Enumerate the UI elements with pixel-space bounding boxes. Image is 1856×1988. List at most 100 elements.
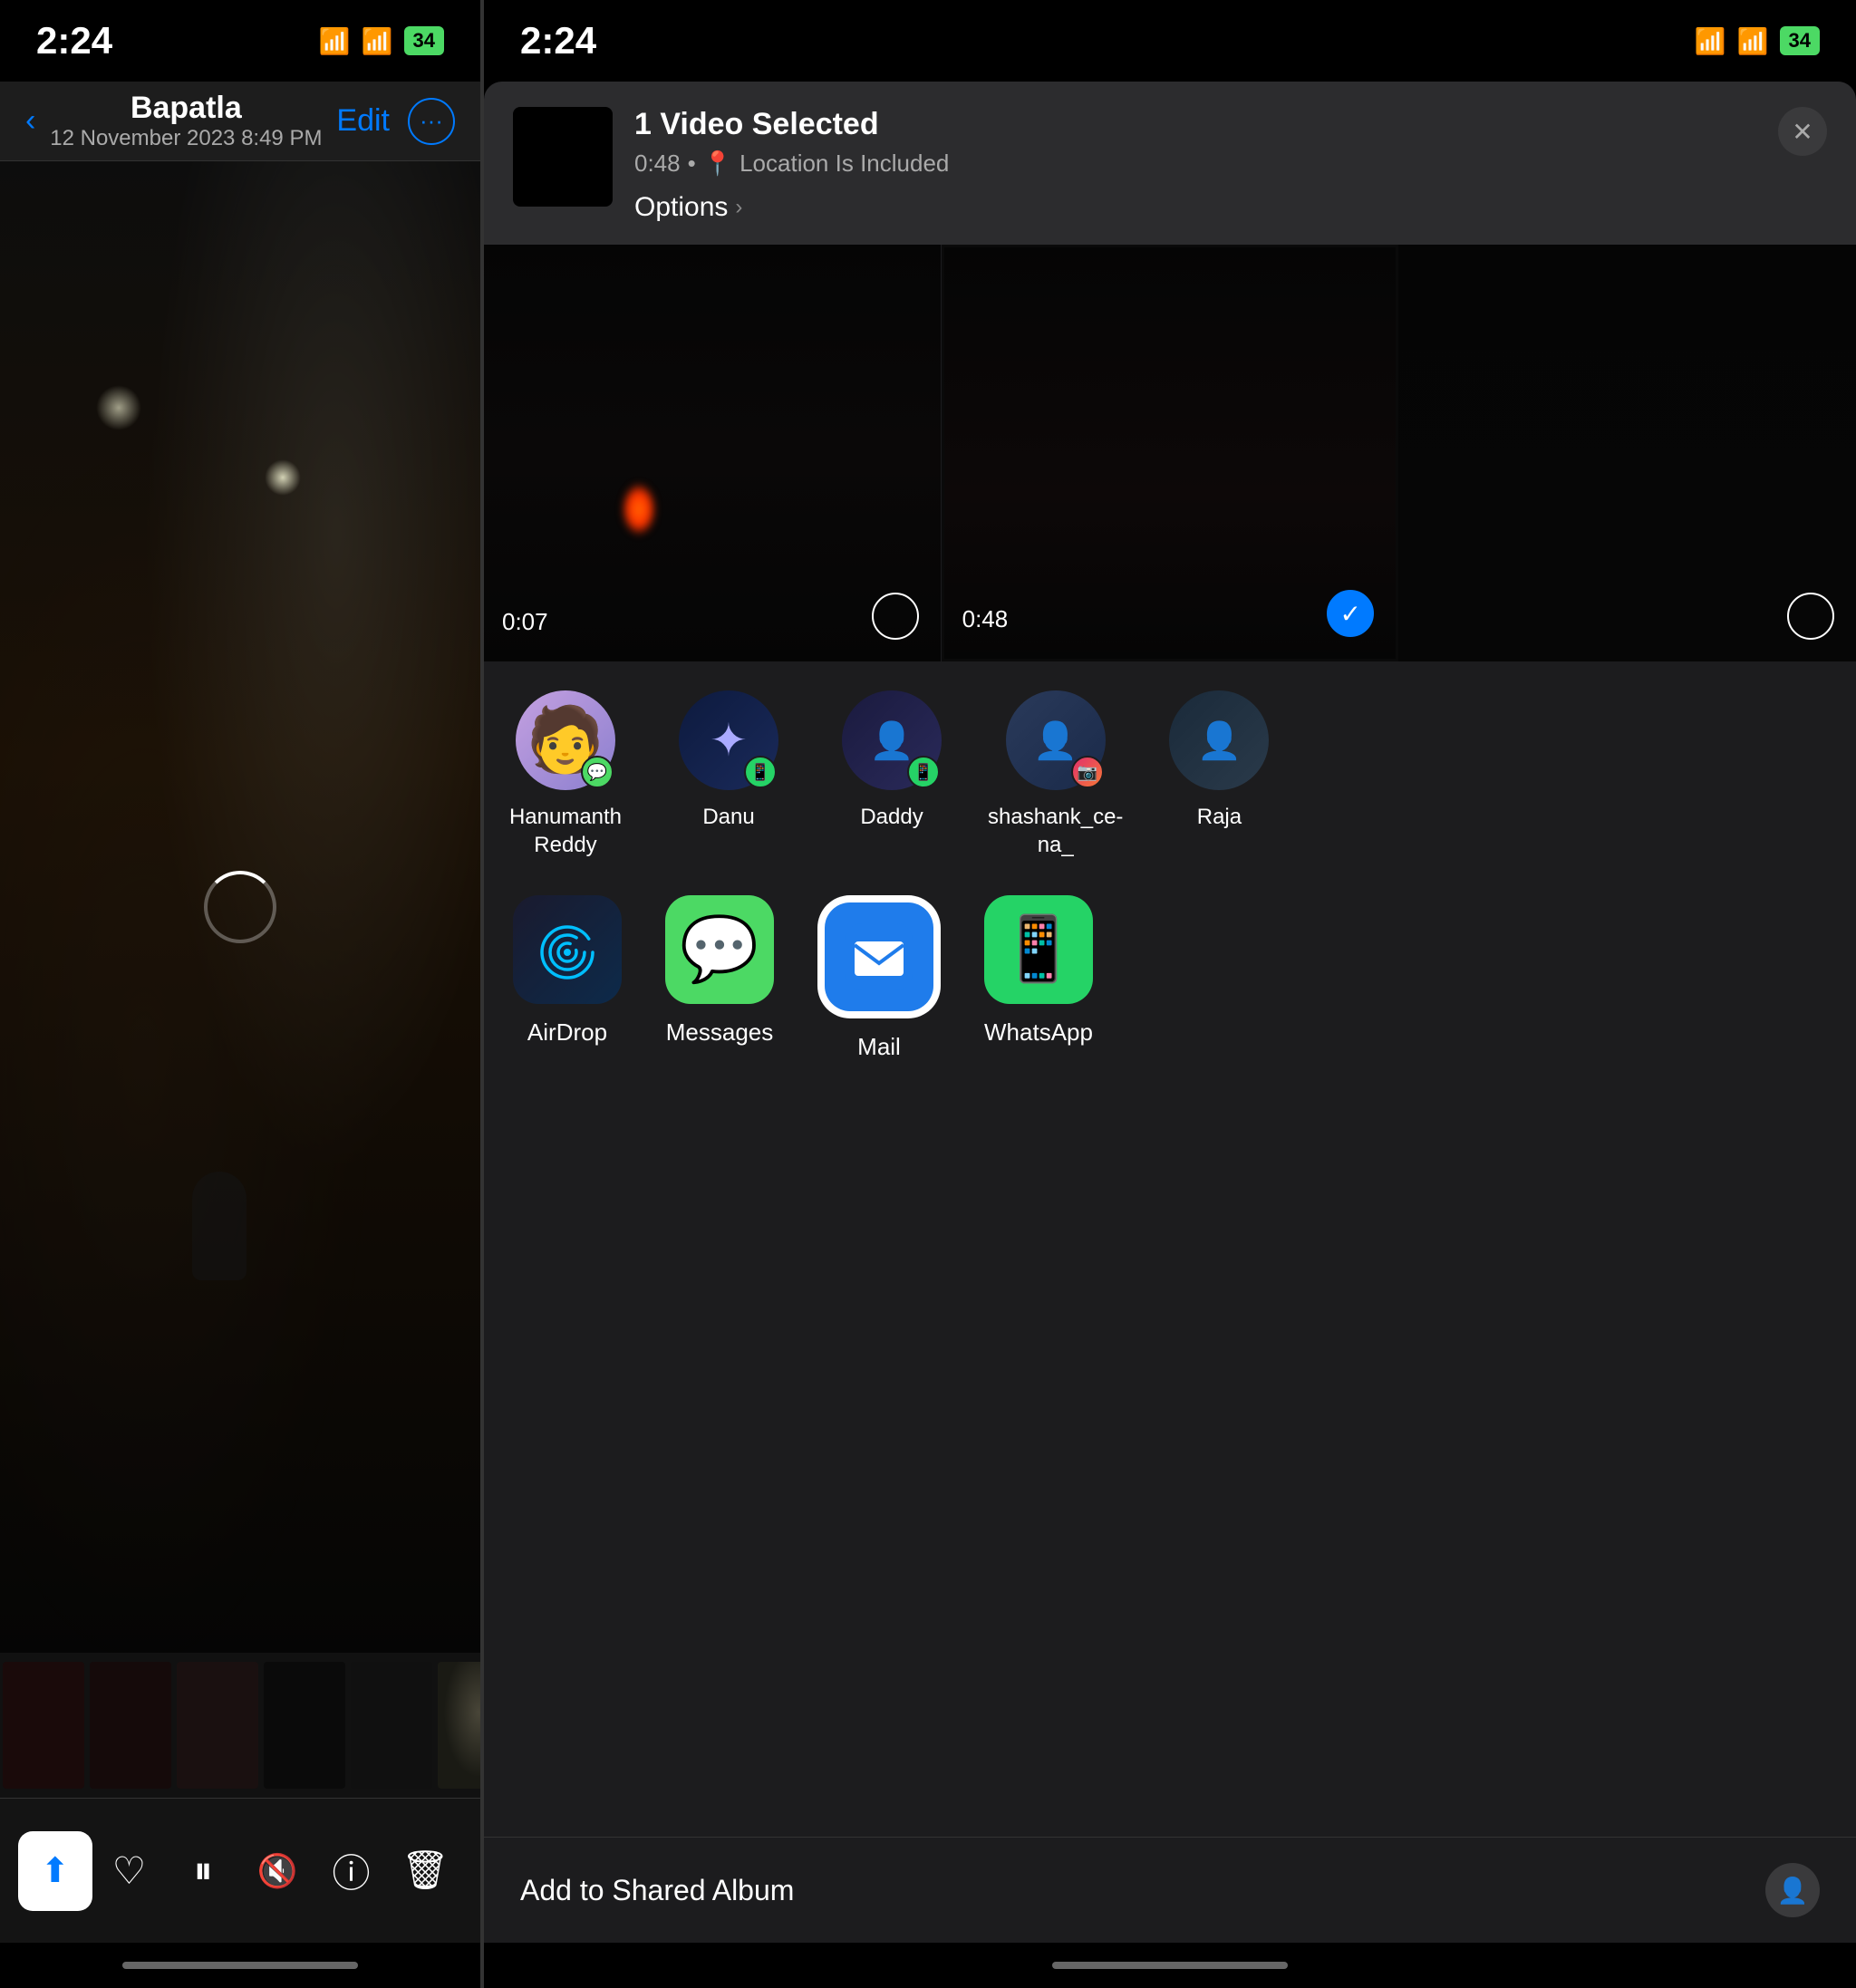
contact-hanumanth[interactable]: 🧑 💬 HanumanthReddy <box>484 690 647 859</box>
chevron-left-icon: ‹ <box>25 103 35 139</box>
person-plus-icon: 👤 <box>1777 1876 1809 1906</box>
heart-button[interactable]: ♡ <box>92 1831 167 1911</box>
share-button[interactable]: ⬆ <box>18 1831 92 1911</box>
flame-effect <box>621 482 657 536</box>
right-panel: 2:24 📶 📶 34 1 Video Selected 0:48 • 📍 Lo… <box>484 0 1856 1988</box>
daddy-avatar: 👤 📱 <box>842 690 942 790</box>
mail-app[interactable]: Mail <box>817 895 941 1061</box>
battery-badge: 34 <box>404 26 444 55</box>
video-select-2[interactable]: ✓ <box>1327 590 1374 637</box>
share-video-3[interactable] <box>1398 245 1856 661</box>
raja-avatar: 👤 <box>1169 690 1269 790</box>
pause-icon: ⏸ <box>194 1848 213 1893</box>
trash-icon: 🗑 <box>401 1848 450 1893</box>
mail-label: Mail <box>857 1033 901 1061</box>
right-battery-badge: 34 <box>1780 26 1820 55</box>
selected-video-thumb <box>513 107 613 207</box>
close-icon: ✕ <box>1792 117 1812 147</box>
contact-daddy[interactable]: 👤 📱 Daddy <box>810 690 973 859</box>
contacts-row: 🧑 💬 HanumanthReddy ✦ 📱 Danu <box>484 661 1856 877</box>
contact-raja[interactable]: 👤 Raja <box>1137 690 1300 859</box>
instagram-badge: 📷 <box>1071 756 1104 788</box>
back-button[interactable]: ‹ <box>25 103 35 139</box>
share-video-1[interactable]: 0:07 <box>484 245 942 661</box>
danu-avatar: ✦ 📱 <box>679 690 778 790</box>
right-signal-icon: 📶 <box>1695 26 1726 56</box>
whatsapp-app[interactable]: 📱 WhatsApp <box>984 895 1093 1047</box>
video-select-3[interactable] <box>1787 593 1834 640</box>
whatsapp-label: WhatsApp <box>984 1018 1093 1047</box>
whatsapp-icon: 📱 <box>984 895 1093 1004</box>
thumbnail-strip[interactable] <box>0 1653 480 1798</box>
video-select-1[interactable] <box>872 593 919 640</box>
avatar-circle-raja: 👤 <box>1169 690 1269 790</box>
contact-danu[interactable]: ✦ 📱 Danu <box>647 690 810 859</box>
contact-shashank[interactable]: 👤 📷 shashank_ce-na_ <box>973 690 1137 859</box>
right-home-bar <box>1052 1962 1288 1969</box>
thumbnail-5[interactable] <box>351 1662 432 1789</box>
options-button[interactable]: Options › <box>634 192 1756 223</box>
video-duration-1: 0:07 <box>502 608 548 636</box>
edit-button[interactable]: Edit <box>336 103 390 139</box>
nav-subtitle: 12 November 2023 8:49 PM <box>50 126 322 151</box>
light-2 <box>96 385 141 430</box>
video-player[interactable] <box>0 161 480 1653</box>
home-bar <box>122 1962 358 1969</box>
location-icon: 📍 <box>703 150 732 178</box>
thumbnail-2[interactable] <box>90 1662 171 1789</box>
left-status-bar: 2:24 📶 📶 34 <box>0 0 480 82</box>
nav-actions: Edit ··· <box>336 98 455 145</box>
home-indicator <box>0 1943 480 1988</box>
mail-highlight <box>817 895 941 1018</box>
ellipsis-icon: ··· <box>420 107 443 135</box>
right-status-bar: 2:24 📶 📶 34 <box>484 0 1856 82</box>
duration-label: 0:48 <box>634 150 681 178</box>
airdrop-svg <box>536 918 599 981</box>
nav-title-group: Bapatla 12 November 2023 8:49 PM <box>50 91 322 151</box>
mute-icon: 🔇 <box>256 1852 297 1890</box>
chevron-right-icon: › <box>735 195 742 220</box>
right-time: 2:24 <box>520 19 596 63</box>
trash-button[interactable]: 🗑 <box>388 1831 462 1911</box>
left-toolbar: ⬆ ♡ ⏸ 🔇 ⓘ 🗑 <box>0 1798 480 1943</box>
video-duration-2: 0:48 <box>962 605 1009 633</box>
hanumanth-avatar: 🧑 💬 <box>516 690 615 790</box>
share-video-2[interactable]: ✓ 0:48 <box>942 245 1399 661</box>
contact-name-daddy: Daddy <box>860 803 923 831</box>
selection-meta: 0:48 • 📍 Location Is Included <box>634 150 1756 178</box>
signal-icon: 📶 <box>319 26 351 56</box>
wifi-icon: 📶 <box>362 26 393 56</box>
close-button[interactable]: ✕ <box>1778 107 1827 156</box>
right-home-indicator <box>484 1943 1856 1988</box>
thumbnail-3[interactable] <box>177 1662 258 1789</box>
heart-icon: ♡ <box>112 1848 147 1893</box>
messages-label: Messages <box>666 1018 774 1047</box>
contact-name-danu: Danu <box>702 803 754 831</box>
light-1 <box>265 459 301 496</box>
info-button[interactable]: ⓘ <box>314 1831 389 1911</box>
mail-icon <box>825 902 933 1011</box>
whatsapp-badge-daddy: 📱 <box>907 756 940 788</box>
nav-title: Bapatla <box>50 91 322 126</box>
options-label: Options <box>634 192 728 223</box>
messages-app[interactable]: 💬 Messages <box>665 895 774 1047</box>
right-wifi-icon: 📶 <box>1737 26 1769 56</box>
share-action-row[interactable]: Add to Shared Album 👤 <box>484 1837 1856 1943</box>
messages-icon: 💬 <box>665 895 774 1004</box>
left-time: 2:24 <box>36 19 112 63</box>
apps-row: AirDrop 💬 Messages <box>484 877 1856 1079</box>
share-sheet: 1 Video Selected 0:48 • 📍 Location Is In… <box>484 82 1856 1943</box>
selection-header: 1 Video Selected 0:48 • 📍 Location Is In… <box>484 82 1856 245</box>
airdrop-app[interactable]: AirDrop <box>513 895 622 1047</box>
mute-button[interactable]: 🔇 <box>240 1831 314 1911</box>
airdrop-label: AirDrop <box>527 1018 607 1047</box>
thumbnail-1[interactable] <box>3 1662 84 1789</box>
options-row[interactable]: Options › <box>634 192 1756 223</box>
more-button[interactable]: ··· <box>408 98 455 145</box>
thumbnail-6[interactable] <box>438 1662 480 1789</box>
shashank-avatar: 👤 📷 <box>1006 690 1106 790</box>
shared-album-icon[interactable]: 👤 <box>1765 1863 1820 1917</box>
silhouette <box>192 1172 246 1280</box>
pause-button[interactable]: ⏸ <box>166 1831 240 1911</box>
thumbnail-4[interactable] <box>264 1662 345 1789</box>
